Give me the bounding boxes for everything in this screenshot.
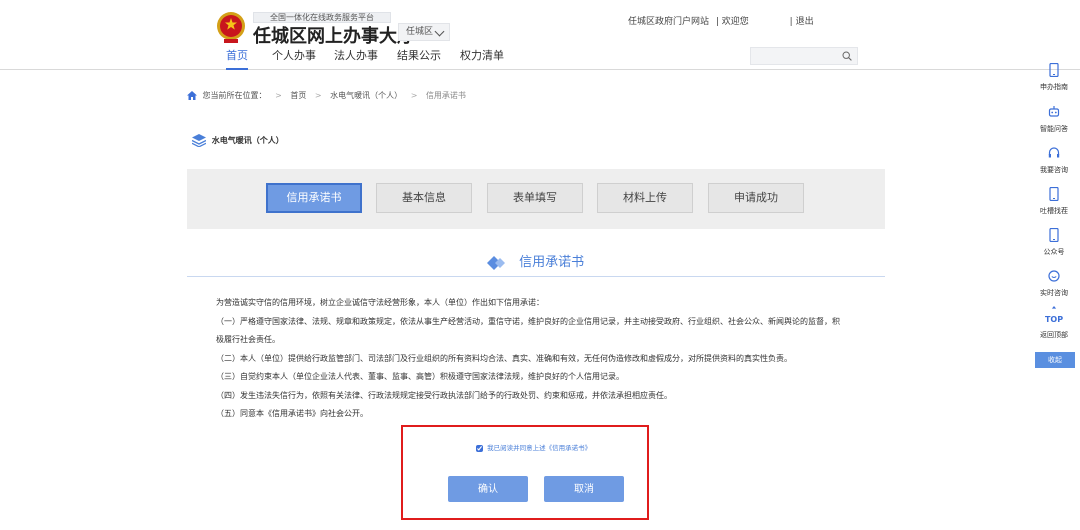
sidebar-item-label: 申办指南 <box>1040 83 1068 91</box>
sidebar-item-label: 返回顶部 <box>1040 331 1068 339</box>
sidebar-item-label: 我要咨询 <box>1040 166 1068 174</box>
commitment-text: 为营造诚实守信的信用环境，树立企业诚信守法经营形象，本人（单位）作出如下信用承诺… <box>216 294 866 424</box>
cancel-button[interactable]: 取消 <box>544 476 624 502</box>
arrow-up-icon <box>1051 306 1057 309</box>
sidebar-item-label: 公众号 <box>1043 248 1065 256</box>
step-basic-info[interactable]: 基本信息 <box>376 183 472 213</box>
nav-results[interactable]: 结果公示 <box>397 48 441 70</box>
step-success[interactable]: 申请成功 <box>708 183 804 213</box>
site-title: 任城区网上办事大厅 <box>253 26 415 47</box>
nav-legal[interactable]: 法人办事 <box>334 48 378 70</box>
region-select[interactable]: 任城区 <box>398 23 450 41</box>
service-title: 水电气暖讯（个人） <box>192 134 284 147</box>
search-box <box>750 47 858 68</box>
chevron-down-icon <box>434 26 445 37</box>
nav-personal[interactable]: 个人办事 <box>272 48 316 70</box>
commitment-item-1: （一）严格遵守国家法律、法规、规章和政策规定，依法从事生产经营活动，重信守诺，维… <box>216 316 840 326</box>
phone-icon <box>1049 63 1059 77</box>
nav-home[interactable]: 首页 <box>226 48 248 70</box>
sidebar-item-consult[interactable]: 我要咨询 <box>1034 140 1074 180</box>
sidebar-item-ai-qa[interactable]: 智能问答 <box>1034 99 1074 139</box>
section-divider <box>187 276 885 277</box>
breadcrumb-separator: > <box>410 91 418 100</box>
confirm-area: 我已阅读并同意上述《信用承诺书》 确认 取消 <box>401 425 649 520</box>
headset-icon <box>1048 147 1060 158</box>
breadcrumb-separator: > <box>275 91 282 100</box>
commitment-item-2: （二）本人（单位）提供给行政监管部门、司法部门及行业组织的所有资料均合法、真实、… <box>216 353 792 363</box>
section-heading: 信用承诺书 <box>487 251 584 270</box>
commitment-item-3: （三）自觉约束本人（单位企业法人代表、董事、监事、高管）积极遵守国家法律法规，维… <box>216 372 624 381</box>
portal-link[interactable]: 任城区政府门户网站 <box>628 17 709 27</box>
sidebar-item-label: 智能问答 <box>1040 125 1068 133</box>
breadcrumb-separator: > <box>314 91 322 100</box>
sidebar-item-label: 实时咨询 <box>1040 289 1068 297</box>
sidebar-item-live-chat[interactable]: 实时咨询 <box>1034 263 1074 303</box>
top-links: 任城区政府门户网站 | 欢迎您 | 退出 <box>628 14 818 27</box>
top-label: TOP <box>1044 315 1064 324</box>
agree-checkbox[interactable] <box>476 444 483 452</box>
commitment-item-5: （五）同意本《信用承诺书》向社会公开。 <box>216 409 368 418</box>
national-emblem-icon <box>217 12 245 43</box>
breadcrumb-home[interactable]: 首页 <box>290 91 306 100</box>
commitment-item-4: （四）发生违法失信行为，依照有关法律、行政法规规定接受行政执法部门给予的行政处罚… <box>216 390 672 400</box>
breadcrumb-current: 信用承诺书 <box>425 91 466 100</box>
breadcrumb: 您当前所在位置： > 首页 > 水电气暖讯（个人） > 信用承诺书 <box>187 90 466 101</box>
breadcrumb-service[interactable]: 水电气暖讯（个人） <box>330 91 402 100</box>
diamond-icon <box>487 255 505 270</box>
region-select-value: 任城区 <box>406 27 434 37</box>
sidebar-item-label: 吐槽找茬 <box>1040 207 1068 215</box>
chat-bubble-icon <box>1048 270 1060 282</box>
phone-icon <box>1049 187 1059 201</box>
logout-link[interactable]: | 退出 <box>790 17 814 27</box>
layers-icon <box>192 134 206 147</box>
header: 全国一体化在线政务服务平台 任城区网上办事大厅 任城区 任城区政府门户网站 | … <box>0 0 1080 70</box>
welcome-text: | 欢迎您 <box>715 17 749 27</box>
sidebar-collapse-button[interactable]: 收起 <box>1035 352 1075 368</box>
home-icon <box>187 91 197 100</box>
sidebar-item-guide[interactable]: 申办指南 <box>1034 57 1074 97</box>
search-icon[interactable] <box>842 51 852 61</box>
agree-label: 我已阅读并同意上述《信用承诺书》 <box>487 444 592 452</box>
sidebar-item-feedback[interactable]: 吐槽找茬 <box>1034 181 1074 221</box>
step-credit-commitment[interactable]: 信用承诺书 <box>266 183 362 213</box>
breadcrumb-prefix: 您当前所在位置： <box>202 91 267 100</box>
agree-row[interactable]: 我已阅读并同意上述《信用承诺书》 <box>476 442 591 452</box>
nav-power-list[interactable]: 权力清单 <box>460 48 504 70</box>
section-heading-text: 信用承诺书 <box>519 255 585 270</box>
sidebar-item-official-account[interactable]: 公众号 <box>1034 222 1074 262</box>
steps-panel: 信用承诺书 基本信息 表单填写 材料上传 申请成功 <box>187 169 885 229</box>
service-title-text: 水电气暖讯（个人） <box>211 136 284 145</box>
phone-icon <box>1049 228 1059 242</box>
search-input[interactable] <box>751 52 839 68</box>
step-form-fill[interactable]: 表单填写 <box>487 183 583 213</box>
commitment-intro: 为营造诚实守信的信用环境，树立企业诚信守法经营形象，本人（单位）作出如下信用承诺… <box>216 298 544 307</box>
confirm-button[interactable]: 确认 <box>448 476 528 502</box>
step-material-upload[interactable]: 材料上传 <box>597 183 693 213</box>
sidebar-item-back-to-top[interactable]: TOP 返回顶部 <box>1034 304 1074 344</box>
commitment-item-1-cont: 极履行社会责任。 <box>216 335 280 344</box>
robot-icon <box>1048 106 1060 117</box>
